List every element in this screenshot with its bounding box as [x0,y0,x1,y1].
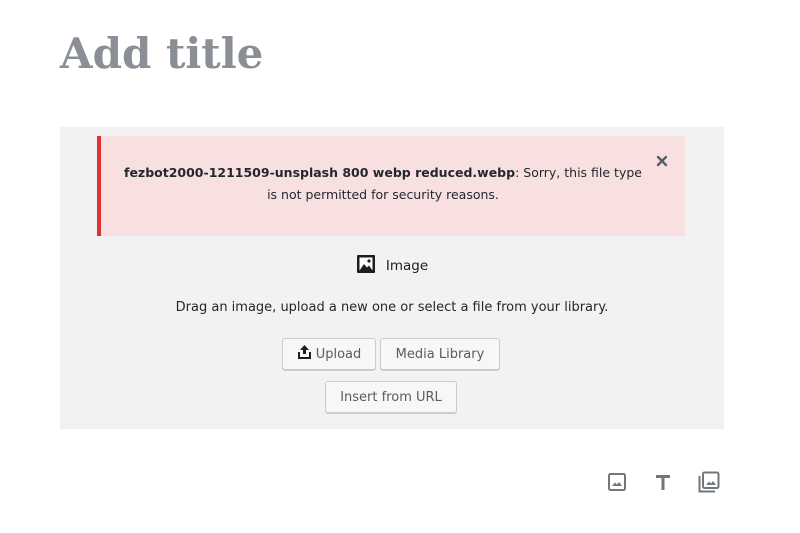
error-file-name: fezbot2000-1211509-unsplash 800 webp red… [124,165,516,180]
error-notice-text: fezbot2000-1211509-unsplash 800 webp red… [121,162,645,206]
post-title-input[interactable]: Add title [60,28,263,80]
image-icon[interactable] [605,470,629,494]
block-label-text: Image [385,258,429,274]
upload-button-label: Upload [315,346,362,362]
insert-from-url-button-label: Insert from URL [340,389,442,405]
error-notice: fezbot2000-1211509-unsplash 800 webp red… [97,136,685,236]
insert-from-url-button[interactable]: Insert from URL [325,381,457,413]
block-instructions: Drag an image, upload a new one or selec… [175,300,609,315]
image-icon [356,254,386,278]
upload-icon [297,344,316,364]
gallery-icon[interactable] [697,470,721,494]
image-block-placeholder: fezbot2000-1211509-unsplash 800 webp red… [60,127,724,429]
media-library-button[interactable]: Media Library [380,338,500,370]
inserter-shortcuts [605,470,725,494]
text-icon[interactable] [651,470,675,494]
upload-button[interactable]: Upload [282,338,376,370]
block-label: Image [60,254,724,278]
close-icon[interactable] [655,154,669,168]
media-library-button-label: Media Library [395,346,485,362]
